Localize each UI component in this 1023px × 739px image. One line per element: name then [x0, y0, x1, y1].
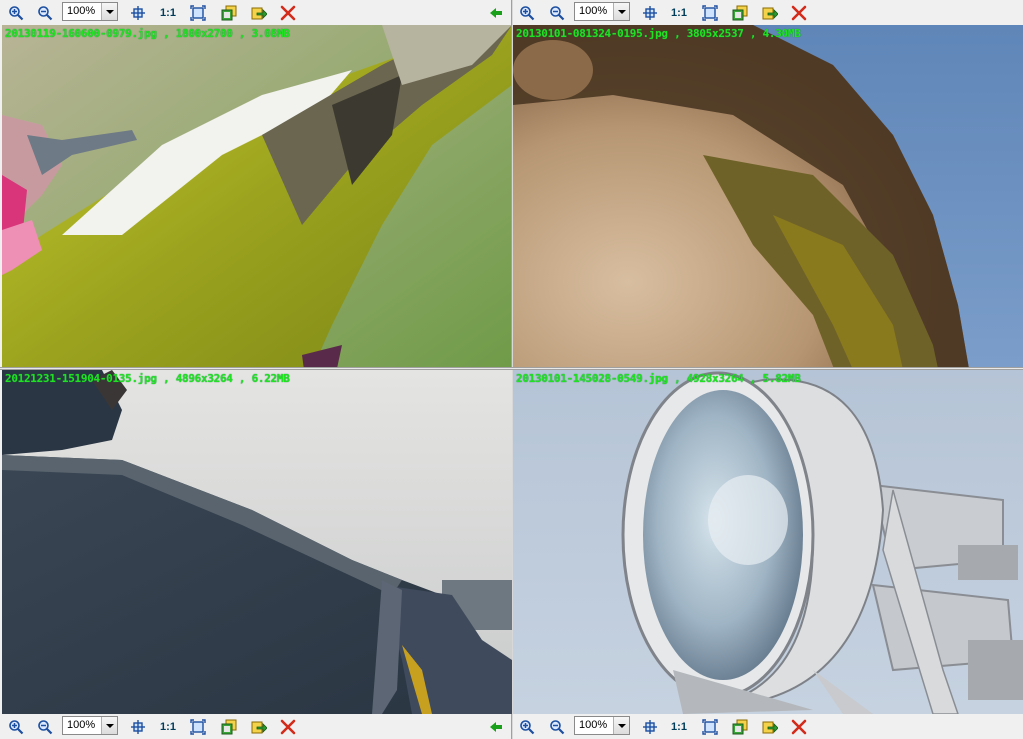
zoom-in-button[interactable]: [6, 717, 26, 736]
photo-floodlight: [513, 370, 1023, 714]
image-pane-bottom-right[interactable]: 20130101-145028-0549.jpg , 4928x3264 , 5…: [513, 370, 1023, 714]
export-image-button[interactable]: [249, 717, 269, 736]
zoom-out-icon: [38, 5, 53, 20]
fit-window-icon: [190, 4, 206, 21]
fit-center-button[interactable]: [128, 717, 148, 736]
zoom-in-button[interactable]: [517, 3, 537, 22]
close-pane-button[interactable]: [278, 717, 298, 736]
fit-window-icon: [702, 718, 718, 735]
close-icon: [280, 719, 296, 734]
actual-size-button[interactable]: 1:1: [669, 717, 689, 736]
file-info-label: 20130101-145028-0549.jpg , 4928x3264 , 5…: [516, 372, 801, 385]
toolbar-top-right: 100% 1:1: [513, 0, 1023, 25]
image-pane-top-right[interactable]: 20130101-081324-0195.jpg , 3805x2537 , 4…: [513, 25, 1023, 392]
fit-center-button[interactable]: [640, 3, 660, 22]
crosshair-icon: [643, 5, 657, 20]
crosshair-icon: [643, 719, 657, 734]
zoom-level-select[interactable]: 100%: [62, 2, 118, 21]
copy-image-icon: [732, 719, 748, 734]
zoom-level-value: 100%: [67, 719, 96, 731]
zoom-level-value: 100%: [579, 5, 608, 17]
photo-bird-breast: [513, 25, 1023, 392]
actual-size-button[interactable]: 1:1: [669, 3, 689, 22]
chevron-down-icon: [101, 3, 117, 20]
fit-center-button[interactable]: [640, 717, 660, 736]
export-image-button[interactable]: [760, 3, 780, 22]
copy-image-button[interactable]: [219, 717, 239, 736]
zoom-out-icon: [550, 719, 565, 734]
zoom-in-icon: [520, 5, 535, 20]
zoom-level-select[interactable]: 100%: [574, 2, 630, 21]
toolbar-bottom-right: 100% 1:1: [513, 714, 1023, 739]
fit-window-button[interactable]: [188, 717, 208, 736]
chevron-down-icon: [613, 3, 629, 20]
toolbar-top-left: 100% 1:1: [0, 0, 510, 25]
fit-window-button[interactable]: [188, 3, 208, 22]
image-pane-bottom-left[interactable]: 20121231-151904-0135.jpg , 4896x3264 , 6…: [2, 370, 512, 714]
export-image-icon: [762, 7, 778, 19]
zoom-level-value: 100%: [579, 719, 608, 731]
zoom-out-button[interactable]: [35, 717, 55, 736]
zoom-level-value: 100%: [67, 5, 96, 17]
photo-bird-wing: [2, 25, 512, 392]
copy-image-icon: [732, 5, 748, 20]
chevron-down-icon: [613, 717, 629, 734]
copy-image-icon: [221, 5, 237, 20]
close-icon: [791, 719, 807, 734]
photo-uniform-shoulder: [2, 370, 512, 714]
export-image-button[interactable]: [760, 717, 780, 736]
export-image-icon: [251, 7, 267, 19]
copy-image-button[interactable]: [730, 717, 750, 736]
back-button[interactable]: [486, 3, 506, 22]
zoom-out-icon: [550, 5, 565, 20]
fit-center-button[interactable]: [128, 3, 148, 22]
actual-size-button[interactable]: 1:1: [158, 717, 178, 736]
copy-image-button[interactable]: [730, 3, 750, 22]
fit-window-icon: [702, 4, 718, 21]
close-pane-button[interactable]: [789, 3, 809, 22]
export-image-icon: [251, 721, 267, 733]
zoom-level-select[interactable]: 100%: [62, 716, 118, 735]
close-icon: [791, 5, 807, 20]
copy-image-button[interactable]: [219, 3, 239, 22]
image-pane-top-left[interactable]: 20130119-160600-0979.jpg , 1800x2700 , 3…: [2, 25, 512, 392]
crosshair-icon: [131, 5, 145, 20]
arrow-left-icon: [490, 7, 502, 18]
actual-size-button[interactable]: 1:1: [158, 3, 178, 22]
toolbar-bottom-left: 100% 1:1: [0, 714, 510, 739]
zoom-out-button[interactable]: [35, 3, 55, 22]
zoom-in-button[interactable]: [6, 3, 26, 22]
file-info-label: 20130119-160600-0979.jpg , 1800x2700 , 3…: [5, 27, 290, 40]
close-pane-button[interactable]: [789, 717, 809, 736]
file-info-label: 20121231-151904-0135.jpg , 4896x3264 , 6…: [5, 372, 290, 385]
fit-window-button[interactable]: [700, 3, 720, 22]
zoom-in-icon: [9, 719, 24, 734]
zoom-in-icon: [9, 5, 24, 20]
copy-image-icon: [221, 719, 237, 734]
fit-window-button[interactable]: [700, 717, 720, 736]
fit-window-icon: [190, 718, 206, 735]
close-pane-button[interactable]: [278, 3, 298, 22]
arrow-left-icon: [490, 721, 502, 732]
zoom-in-icon: [520, 719, 535, 734]
file-info-label: 20130101-081324-0195.jpg , 3805x2537 , 4…: [516, 27, 801, 40]
zoom-out-button[interactable]: [547, 717, 567, 736]
crosshair-icon: [131, 719, 145, 734]
close-icon: [280, 5, 296, 20]
export-image-button[interactable]: [249, 3, 269, 22]
back-button[interactable]: [486, 717, 506, 736]
chevron-down-icon: [101, 717, 117, 734]
zoom-level-select[interactable]: 100%: [574, 716, 630, 735]
zoom-in-button[interactable]: [517, 717, 537, 736]
zoom-out-icon: [38, 719, 53, 734]
zoom-out-button[interactable]: [547, 3, 567, 22]
export-image-icon: [762, 721, 778, 733]
